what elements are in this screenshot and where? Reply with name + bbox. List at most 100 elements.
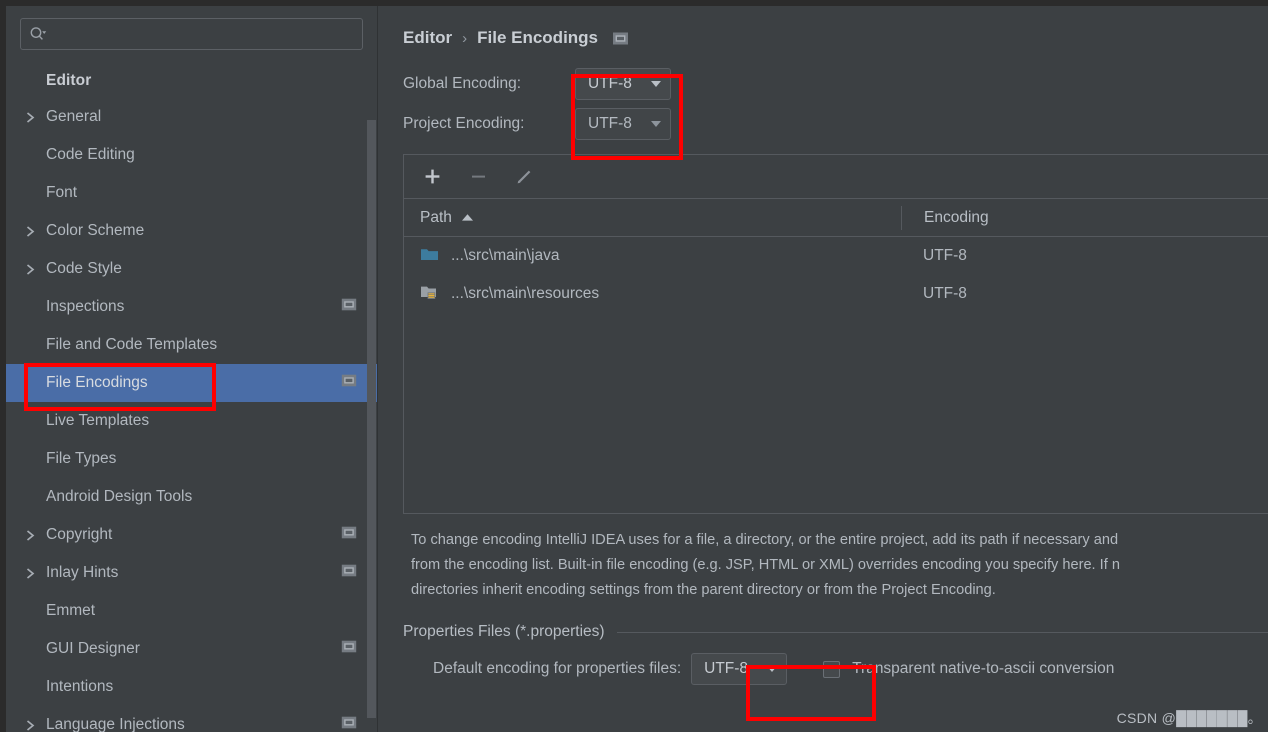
sidebar-item-code-style[interactable]: Code Style xyxy=(6,250,377,288)
sidebar-item-label: Copyright xyxy=(46,526,113,543)
table-cell-path: ...\src\main\java xyxy=(404,246,901,267)
default-properties-encoding-value: UTF-8 xyxy=(704,660,749,677)
settings-sidebar: Editor General Code Editing Font Color Sche… xyxy=(6,6,378,732)
folder-source-icon xyxy=(420,246,439,267)
add-path-button[interactable] xyxy=(420,165,444,189)
window-frame-left xyxy=(0,0,6,732)
table-row[interactable]: ...\src\main\resources UTF-8 xyxy=(404,275,1268,313)
sidebar-item-label: Live Templates xyxy=(46,412,150,429)
project-encoding-row: Project Encoding: UTF-8 xyxy=(403,104,1268,144)
properties-section-header: Properties Files (*.properties) xyxy=(379,623,1268,641)
transparent-conversion-checkbox[interactable] xyxy=(823,660,841,678)
table-cell-encoding[interactable]: UTF-8 xyxy=(901,285,1268,303)
table-row[interactable]: ...\src\main\java UTF-8 xyxy=(404,237,1268,275)
chevron-right-icon[interactable] xyxy=(24,225,36,237)
sidebar-item-label: File Encodings xyxy=(46,374,148,391)
module-settings-icon xyxy=(612,31,629,46)
sidebar-item-label: Emmet xyxy=(46,602,96,619)
breadcrumb-root[interactable]: Editor xyxy=(403,28,452,48)
chevron-down-icon xyxy=(651,121,661,127)
default-properties-encoding-dropdown[interactable]: UTF-8 xyxy=(691,653,788,685)
chevron-right-icon[interactable] xyxy=(24,567,36,579)
column-header-encoding-label: Encoding xyxy=(924,208,989,226)
global-encoding-value: UTF-8 xyxy=(588,75,632,92)
folder-resource-icon xyxy=(420,284,439,305)
main-panel: Editor › File Encodings Global Encoding:… xyxy=(379,6,1268,732)
table-toolbar xyxy=(404,155,1268,199)
module-settings-icon xyxy=(341,564,357,583)
sidebar-item-code-editing[interactable]: Code Editing xyxy=(6,136,377,174)
project-encoding-dropdown[interactable]: UTF-8 xyxy=(575,108,671,140)
column-header-encoding[interactable]: Encoding xyxy=(901,205,1268,230)
chevron-right-icon[interactable] xyxy=(24,111,36,123)
settings-tree: Editor General Code Editing Font Color Sche… xyxy=(6,68,377,732)
edit-path-button[interactable] xyxy=(512,165,536,189)
encodings-table-panel: Path Encoding ...\src\main\java UTF-8 ...\… xyxy=(403,154,1268,514)
breadcrumb-separator-icon: › xyxy=(462,29,468,47)
column-header-path[interactable]: Path xyxy=(404,209,901,227)
search-input[interactable] xyxy=(20,18,363,50)
breadcrumb-current: File Encodings xyxy=(477,28,599,47)
sidebar-item-label: Color Scheme xyxy=(46,222,145,239)
sidebar-item-color-scheme[interactable]: Color Scheme xyxy=(6,212,377,250)
sidebar-item-emmet[interactable]: Emmet xyxy=(6,592,377,630)
sidebar-item-inspections[interactable]: Inspections xyxy=(6,288,377,326)
default-properties-encoding-label: Default encoding for properties files: xyxy=(433,660,682,677)
sidebar-item-label: Android Design Tools xyxy=(46,488,193,505)
sidebar-item-file-types[interactable]: File Types xyxy=(6,440,377,478)
window-frame-top xyxy=(0,0,1268,6)
sidebar-item-label: Inlay Hints xyxy=(46,564,119,581)
sidebar-item-label: Code Style xyxy=(46,260,122,277)
sidebar-item-file-and-code-templates[interactable]: File and Code Templates xyxy=(6,326,377,364)
project-encoding-value: UTF-8 xyxy=(588,115,632,132)
module-settings-icon xyxy=(341,640,357,659)
table-cell-path: ...\src\main\resources xyxy=(404,284,901,305)
sidebar-scrollbar-thumb[interactable] xyxy=(367,120,376,718)
module-settings-icon xyxy=(341,374,357,393)
column-header-path-label: Path xyxy=(420,208,452,226)
sidebar-item-general[interactable]: General xyxy=(6,98,377,136)
sidebar-item-android-design-tools[interactable]: Android Design Tools xyxy=(6,478,377,516)
transparent-conversion-row[interactable]: Transparent native-to-ascii conversion xyxy=(823,660,1114,678)
global-encoding-dropdown[interactable]: UTF-8 xyxy=(575,68,671,100)
table-cell-encoding[interactable]: UTF-8 xyxy=(901,247,1268,265)
sidebar-item-live-templates[interactable]: Live Templates xyxy=(6,402,377,440)
csdn-watermark: CSDN @███████。 xyxy=(1116,710,1262,726)
sidebar-item-inlay-hints[interactable]: Inlay Hints xyxy=(6,554,377,592)
module-settings-icon xyxy=(341,526,357,545)
sidebar-item-copyright[interactable]: Copyright xyxy=(6,516,377,554)
module-settings-icon xyxy=(341,298,357,317)
search-icon xyxy=(29,26,47,42)
sidebar-item-label: Intentions xyxy=(46,678,114,695)
chevron-right-icon[interactable] xyxy=(24,719,36,731)
properties-section-title: Properties Files (*.properties) xyxy=(403,623,605,640)
chevron-right-icon[interactable] xyxy=(24,529,36,541)
sidebar-item-intentions[interactable]: Intentions xyxy=(6,668,377,706)
encoding-settings: Global Encoding: UTF-8 Project Encoding:… xyxy=(379,64,1268,144)
remove-path-button[interactable] xyxy=(466,165,490,189)
sidebar-item-label: GUI Designer xyxy=(46,640,140,657)
chevron-down-icon xyxy=(767,666,778,672)
settings-dialog: Editor General Code Editing Font Color Sche… xyxy=(0,0,1268,732)
sort-ascending-icon xyxy=(461,209,474,227)
sidebar-item-gui-designer[interactable]: GUI Designer xyxy=(6,630,377,668)
sidebar-item-language-injections[interactable]: Language Injections xyxy=(6,706,377,732)
tree-group-editor: Editor xyxy=(46,72,92,89)
sidebar-item-label: General xyxy=(46,108,102,125)
table-header-row: Path Encoding xyxy=(404,199,1268,237)
sidebar-item-label: File Types xyxy=(46,450,117,467)
section-divider xyxy=(616,631,1268,633)
sidebar-item-file-encodings[interactable]: File Encodings xyxy=(6,364,377,402)
table-cell-encoding-label: UTF-8 xyxy=(923,247,967,264)
sidebar-item-font[interactable]: Font xyxy=(6,174,377,212)
chevron-down-icon xyxy=(651,81,661,87)
sidebar-item-label: Code Editing xyxy=(46,146,135,163)
table-cell-path-label: ...\src\main\java xyxy=(451,247,560,264)
breadcrumb: Editor › File Encodings xyxy=(379,6,1268,48)
chevron-right-icon[interactable] xyxy=(24,263,36,275)
module-settings-icon xyxy=(341,716,357,732)
sidebar-item-label: Language Injections xyxy=(46,716,185,732)
global-encoding-label: Global Encoding: xyxy=(403,75,522,92)
global-encoding-row: Global Encoding: UTF-8 xyxy=(403,64,1268,104)
table-body: ...\src\main\java UTF-8 ...\src\main\resou… xyxy=(404,237,1268,313)
